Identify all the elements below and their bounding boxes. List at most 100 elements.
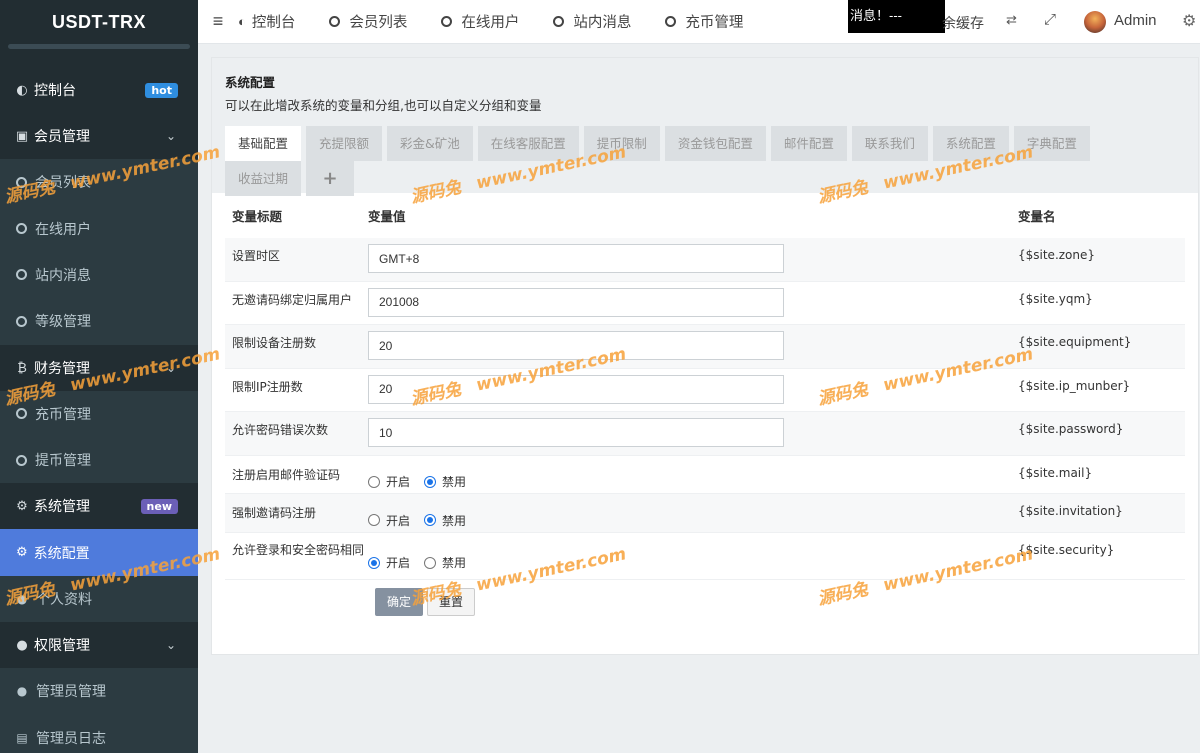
top-link-member-list[interactable]: 会员列表 — [329, 11, 407, 32]
sidebar: USDT-TRX ◐ 控制台 hot ▣ 会员管理 ⌄ 会员列表 在线用户 站内… — [0, 0, 198, 753]
column-header-value: 变量值 — [368, 209, 406, 224]
dashboard-icon: ◐ — [16, 82, 28, 98]
user-icon: ● — [16, 591, 28, 606]
default-inviter-input[interactable] — [368, 287, 784, 317]
add-tab-button[interactable]: + — [306, 161, 355, 196]
sidebar-item-messages[interactable]: 站内消息 — [0, 252, 198, 298]
radio-label: 禁用 — [442, 475, 467, 490]
sidebar-search-bar[interactable] — [8, 44, 190, 49]
config-tabs: 基础配置 充提限额 彩金&矿池 在线客服配置 提币限制 资金钱包配置 邮件配置 … — [225, 126, 1165, 196]
radio-mail-on[interactable] — [368, 475, 380, 488]
top-link-label: 在线用户 — [461, 15, 520, 31]
tab-bonus-pool[interactable]: 彩金&矿池 — [387, 126, 473, 161]
top-link-dashboard[interactable]: ◐ 控制台 — [238, 11, 295, 32]
tab-contact[interactable]: 联系我们 — [851, 126, 928, 161]
config-panel: 系统配置 可以在此增改系统的变量和分组,也可以自定义分组和变量 基础配置 充提限… — [211, 57, 1199, 655]
clear-cache-link[interactable]: 余缓存 — [942, 13, 984, 33]
field-title: 注册启用邮件验证码 — [232, 467, 341, 482]
top-link-online-users[interactable]: 在线用户 — [441, 11, 519, 32]
top-link-deposit[interactable]: 充币管理 — [665, 11, 743, 32]
top-link-label: 会员列表 — [349, 15, 408, 31]
hot-badge: hot — [145, 82, 178, 98]
field-var: {$site.invitation} — [1018, 504, 1123, 519]
gear-icon[interactable]: ⚙ — [1182, 11, 1196, 31]
brand-title: USDT-TRX — [52, 11, 146, 32]
table-header: 变量标题 变量值 变量名 — [225, 193, 1185, 238]
top-link-label: 站内消息 — [573, 15, 632, 31]
avatar[interactable] — [1084, 11, 1106, 33]
column-header-name: 变量名 — [1018, 209, 1056, 224]
sidebar-item-members[interactable]: ▣ 会员管理 ⌄ — [0, 113, 198, 159]
users-icon: ● — [16, 637, 28, 653]
field-title: 允许登录和安全密码相同 — [232, 542, 365, 557]
message-popup[interactable]: 消息！--- — [848, 0, 945, 33]
sidebar-item-label: 个人资料 — [36, 591, 92, 608]
chevron-down-icon: ⌄ — [165, 129, 176, 143]
permission-submenu: ● 管理员管理 ▤ 管理员日志 — [0, 668, 198, 753]
password-attempts-input[interactable] — [368, 418, 784, 448]
circle-icon — [665, 16, 677, 27]
tab-system[interactable]: 系统配置 — [932, 126, 1009, 161]
sidebar-item-dashboard[interactable]: ◐ 控制台 hot — [0, 67, 198, 113]
sidebar-item-label: 在线用户 — [35, 221, 91, 238]
field-var: {$site.mail} — [1018, 465, 1093, 480]
sidebar-item-deposit[interactable]: 充币管理 — [0, 391, 198, 437]
circle-icon — [16, 223, 27, 235]
timezone-input[interactable] — [368, 244, 784, 273]
top-link-messages[interactable]: 站内消息 — [553, 11, 631, 32]
field-title: 设置时区 — [232, 249, 281, 263]
tab-basic[interactable]: 基础配置 — [225, 126, 302, 161]
table-row: 允许登录和安全密码相同 开启 禁用 {$site.security} — [225, 533, 1185, 580]
field-title: 限制IP注册数 — [232, 379, 303, 394]
field-title: 限制设备注册数 — [232, 336, 317, 351]
menu-toggle-icon[interactable]: ≡ — [198, 11, 238, 32]
tab-mail[interactable]: 邮件配置 — [770, 126, 847, 161]
radio-invitation-off[interactable] — [424, 514, 437, 527]
new-badge: new — [140, 498, 178, 514]
table-row: 允许密码错误次数 {$site.password} — [225, 412, 1185, 456]
top-navbar: ≡ ◐ 控制台 会员列表 在线用户 站内消息 充币管理 消息！--- 余缓存 ⇄ … — [198, 0, 1200, 44]
tab-earnings-expiry[interactable]: 收益过期 — [225, 161, 302, 196]
sidebar-item-label: 等级管理 — [35, 314, 91, 331]
gear-icon: ⚙ — [16, 545, 28, 561]
ip-limit-input[interactable] — [368, 374, 784, 404]
sidebar-item-system[interactable]: ⚙ 系统管理 new — [0, 483, 198, 529]
sidebar-item-admins[interactable]: ● 管理员管理 — [0, 668, 198, 714]
tab-withdraw-limit[interactable]: 提币限制 — [583, 126, 660, 161]
radio-invitation-on[interactable] — [368, 514, 380, 527]
radio-security-off[interactable] — [424, 556, 437, 569]
sidebar-nav: ◐ 控制台 hot ▣ 会员管理 ⌄ 会员列表 在线用户 站内消息 等级管理 ₿… — [0, 67, 198, 753]
finance-submenu: 充币管理 提币管理 — [0, 390, 198, 484]
sidebar-item-label: 系统配置 — [33, 545, 90, 562]
radio-mail-off[interactable] — [424, 475, 437, 488]
tab-wallet[interactable]: 资金钱包配置 — [664, 126, 766, 161]
sidebar-item-profile[interactable]: ● 个人资料 — [0, 576, 198, 622]
tab-dictionary[interactable]: 字典配置 — [1013, 126, 1090, 161]
top-link-label: 充币管理 — [685, 15, 744, 31]
table-row: 强制邀请码注册 开启 禁用 {$site.invitation} — [225, 494, 1185, 533]
fullscreen-icon[interactable]: ⤢ — [1044, 11, 1056, 28]
device-limit-input[interactable] — [368, 331, 784, 361]
tab-limits[interactable]: 充提限额 — [306, 126, 383, 161]
language-icon[interactable]: ⇄ — [1006, 12, 1017, 28]
submit-button[interactable]: 确定 — [375, 587, 424, 616]
page-description: 可以在此增改系统的变量和分组,也可以自定义分组和变量 — [225, 98, 542, 113]
reset-button[interactable]: 重置 — [427, 587, 476, 616]
tab-customer-service[interactable]: 在线客服配置 — [477, 126, 579, 161]
user-name[interactable]: Admin — [1114, 12, 1157, 29]
sidebar-item-admin-logs[interactable]: ▤ 管理员日志 — [0, 715, 198, 753]
field-var: {$site.yqm} — [1018, 291, 1093, 306]
sidebar-item-online-users[interactable]: 在线用户 — [0, 205, 198, 251]
sidebar-item-label: 控制台 — [34, 83, 76, 99]
sidebar-item-label: 会员列表 — [35, 175, 91, 192]
sidebar-item-levels[interactable]: 等级管理 — [0, 298, 198, 344]
radio-label: 禁用 — [442, 556, 467, 571]
sidebar-item-permission[interactable]: ● 权限管理 ⌄ — [0, 622, 198, 668]
sidebar-item-withdraw[interactable]: 提币管理 — [0, 437, 198, 483]
radio-security-on[interactable] — [368, 556, 380, 569]
list-icon: ▤ — [16, 730, 28, 745]
sidebar-item-system-config[interactable]: ⚙ 系统配置 — [0, 529, 198, 576]
sidebar-item-finance[interactable]: ₿ 财务管理 ⌄ — [0, 345, 198, 391]
sidebar-item-member-list[interactable]: 会员列表 — [0, 159, 198, 205]
table-row: 注册启用邮件验证码 开启 禁用 {$site.mail} — [225, 456, 1185, 495]
